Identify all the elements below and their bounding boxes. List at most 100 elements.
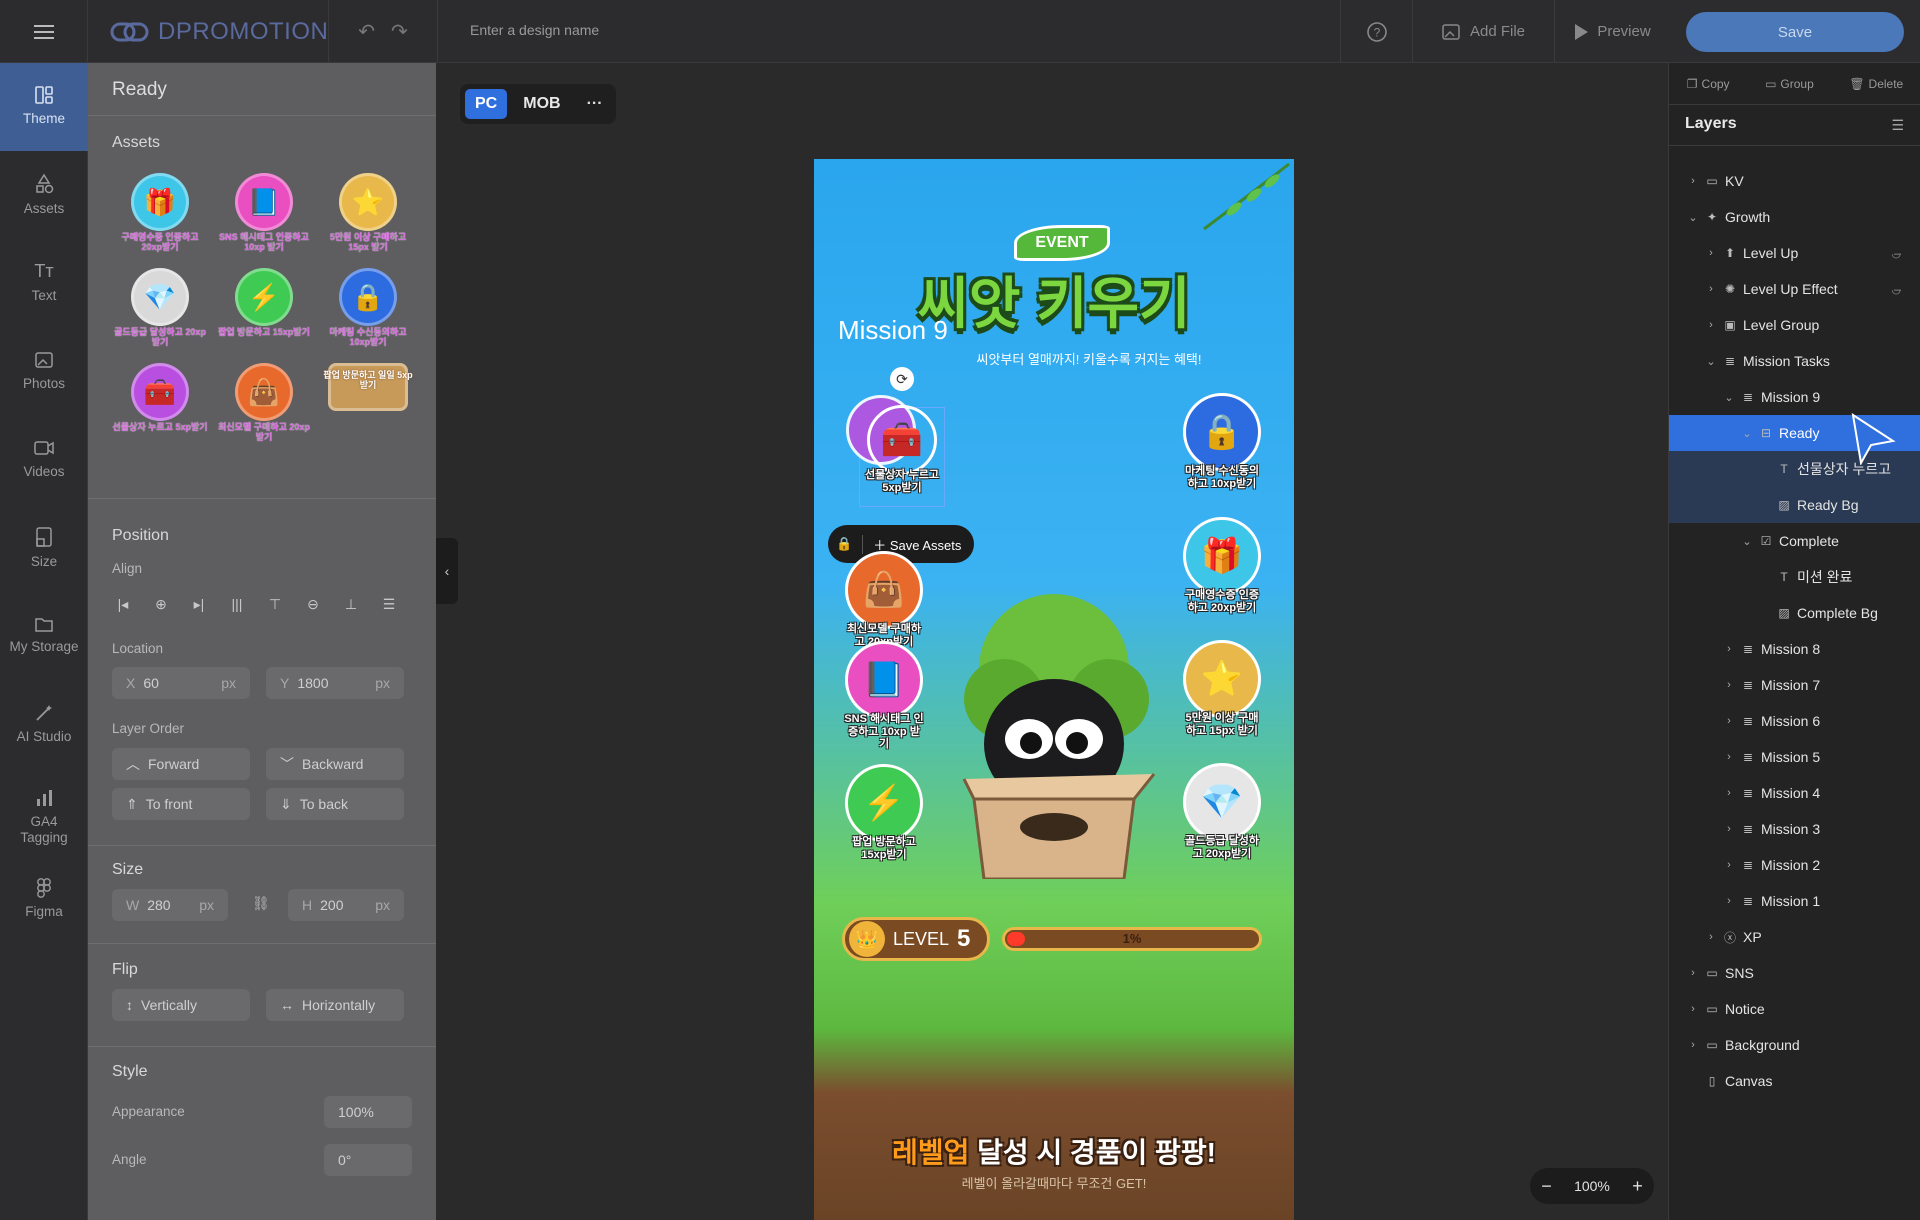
layer-row[interactable]: ⌄ ≣ Mission 9 [1669,379,1920,415]
chevron-right-icon[interactable]: › [1723,787,1735,799]
tab-pc[interactable]: PC [465,89,508,119]
chevron-down-icon[interactable]: ⌄ [1687,211,1699,224]
y-field[interactable]: Y 1800 px [266,667,404,699]
chevron-right-icon[interactable]: › [1687,1003,1699,1015]
rail-ai-studio[interactable]: AI Studio [0,703,88,745]
layer-row[interactable]: › ⓧ XP [1669,919,1920,955]
asset-item[interactable]: 📘 SNS 해시태그 인증하고 10xp 받기 [216,173,312,269]
design-artboard[interactable]: EVENT 씨앗 키우기 Mission 9 씨앗부터 열매까지! 키울수록 커… [814,159,1294,1220]
to-front-button[interactable]: ⇑ To front [112,788,250,820]
layer-row[interactable]: ⌄ ≣ Mission Tasks [1669,343,1920,379]
align-top-icon[interactable]: ⊤ [264,593,286,615]
mission-left-0[interactable]: 🧰 선물상자 누르고 5xp받기 [862,405,942,494]
rail-text[interactable]: Tт Text [0,261,88,303]
layer-row[interactable]: › ≣ Mission 6 [1669,703,1920,739]
rail-figma[interactable]: Figma [0,878,88,920]
x-field[interactable]: X 60 px [112,667,250,699]
chevron-right-icon[interactable]: › [1723,895,1735,907]
chevron-right-icon[interactable]: › [1723,823,1735,835]
layer-row[interactable]: › ▭ Background [1669,1027,1920,1063]
asset-item[interactable]: 🎁 구매영수증 인증하고 20xp받기 [112,173,208,269]
chevron-right-icon[interactable]: › [1687,175,1699,187]
tab-mob[interactable]: MOB [513,89,570,119]
appearance-field[interactable]: 100% [324,1096,412,1128]
mission-left-1[interactable]: 👜최신모델 구매하고 20xp받기 [844,551,924,648]
mission-left-3[interactable]: ⚡ 팝업 방문하고 15xp받기 [844,764,924,861]
backward-button[interactable]: ﹀ Backward [266,748,404,780]
asset-item[interactable]: 💎 골드등급 달성하고 20xp받기 [112,268,208,364]
rail-photos[interactable]: Photos [0,350,88,392]
layer-row[interactable]: ⌄ ✦ Growth [1669,199,1920,235]
chevron-down-icon[interactable]: ⌄ [1741,427,1753,440]
flip-horizontal-button[interactable]: ↔ Horizontally [266,989,404,1021]
chevron-right-icon[interactable]: › [1723,679,1735,691]
layer-row[interactable]: ▨ Ready Bg [1669,487,1920,523]
more-options-icon[interactable]: ··· [577,89,613,119]
delete-button[interactable]: 🗑 Delete [1849,77,1903,91]
align-bottom-icon[interactable]: ⊥ [340,593,362,615]
to-back-button[interactable]: ⇓ To back [266,788,404,820]
chevron-right-icon[interactable]: › [1723,859,1735,871]
asset-item[interactable]: 🔒 마케팅 수신동의하고 10xp받기 [320,268,416,364]
zoom-out-icon[interactable]: − [1541,1176,1552,1197]
brand-logo[interactable]: DPROMOTION [110,18,328,46]
forward-button[interactable]: ︿ Forward [112,748,250,780]
menu-button[interactable] [0,0,88,63]
layer-row[interactable]: › ⬆ Level Up ◡̶ [1669,235,1920,271]
zoom-in-icon[interactable]: + [1632,1176,1643,1197]
group-button[interactable]: ▭ Group [1765,77,1814,91]
chevron-right-icon[interactable]: › [1687,1039,1699,1051]
distribute-v-icon[interactable]: ☰ [378,593,400,615]
layer-row[interactable]: › ▭ SNS [1669,955,1920,991]
layer-row[interactable]: › ≣ Mission 8 [1669,631,1920,667]
eye-off-icon[interactable]: ◡̶ [1891,247,1901,260]
layer-row[interactable]: › ▣ Level Group [1669,307,1920,343]
asset-item[interactable]: ⭐ 5만원 이상 구매하고 15px 받기 [320,173,416,269]
rail-size[interactable]: Size [0,526,88,570]
chevron-right-icon[interactable]: › [1723,751,1735,763]
rail-my-storage[interactable]: My Storage [0,615,88,655]
chevron-right-icon[interactable]: › [1705,247,1717,259]
mission-left-2[interactable]: 📘 SNS 해시태그 인증하고 10xp 받기 [844,641,924,751]
layer-row[interactable]: › ▭ KV [1669,163,1920,199]
chevron-right-icon[interactable]: › [1687,967,1699,979]
copy-button[interactable]: ❐ Copy [1687,77,1730,91]
preview-button[interactable]: Preview [1554,0,1669,63]
layer-row[interactable]: › ≣ Mission 7 [1669,667,1920,703]
height-field[interactable]: H 200 px [288,889,404,921]
mission-right-3[interactable]: 💎 골드등급 달성하고 20xp받기 [1182,763,1262,860]
eye-off-icon[interactable]: ◡̶ [1891,283,1901,296]
mission-right-2[interactable]: ⭐ 5만원 이상 구매하고 15px 받기 [1182,640,1262,737]
rail-theme[interactable]: Theme [0,63,88,151]
layer-row[interactable]: › ▭ Notice [1669,991,1920,1027]
align-left-icon[interactable]: |◂ [112,593,134,615]
asset-item[interactable]: 👜 최신모델 구매하고 20xp받기 [216,363,312,459]
asset-item[interactable]: 팝업 방문하고 일일 5xp 받기 [320,363,416,459]
asset-item[interactable]: 🧰 선물상자 누르고 5xp받기 [112,363,208,459]
rail-ga4-tagging[interactable]: GA4 Tagging [0,788,88,845]
distribute-h-icon[interactable]: ||| [226,593,248,615]
redo-icon[interactable]: ↷ [391,19,408,44]
chevron-right-icon[interactable]: › [1705,931,1717,943]
align-center-v-icon[interactable]: ⊖ [302,593,324,615]
angle-field[interactable]: 0° [324,1144,412,1176]
layer-row[interactable]: T 미션 완료 [1669,559,1920,595]
undo-icon[interactable]: ↶ [358,19,375,44]
mission-right-0[interactable]: 🔒 마케팅 수신동의하고 10xp받기 [1182,393,1262,490]
layer-row[interactable]: › ≣ Mission 5 [1669,739,1920,775]
chevron-down-icon[interactable]: ⌄ [1741,535,1753,548]
layer-row[interactable]: ▯ Canvas [1669,1063,1920,1099]
chevron-right-icon[interactable]: › [1705,319,1717,331]
align-center-h-icon[interactable]: ⊕ [150,593,172,615]
layer-row[interactable]: › ≣ Mission 1 [1669,883,1920,919]
chevron-down-icon[interactable]: ⌄ [1723,391,1735,404]
align-right-icon[interactable]: ▸| [188,593,210,615]
filter-icon[interactable]: ☰ [1891,117,1904,134]
add-file-button[interactable]: Add File [1412,0,1554,63]
width-field[interactable]: W 280 px [112,889,228,921]
rotate-handle[interactable]: ⟳ [890,367,914,391]
asset-item[interactable]: ⚡ 팝업 방문하고 15xp받기 [216,268,312,364]
save-button[interactable]: Save [1686,12,1904,52]
lock-icon[interactable]: 🔒 [836,536,852,552]
chevron-right-icon[interactable]: › [1705,283,1717,295]
